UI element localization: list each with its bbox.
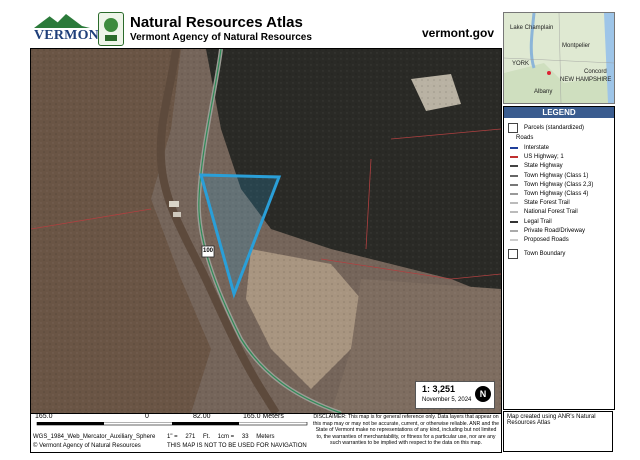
anr-logo (98, 12, 124, 46)
legend-road-item: State Highway (510, 163, 563, 169)
unit-cm-value: 33 (241, 434, 249, 440)
legend-road-item: Private Road/Driveway (510, 228, 585, 234)
vermont-logo: VERMONT (32, 12, 108, 44)
legend-road-item: Proposed Roads (510, 237, 569, 243)
unit-conversion: 1" = 271 Ft. 1cm = 33 Meters (167, 434, 281, 440)
aerial-imagery (31, 49, 501, 413)
scale-mid: 82.00 (193, 413, 211, 420)
legend-title: LEGEND (504, 107, 614, 118)
map-footer: 165.0 0 82.00 165.0 Meters WGS_1984_Web_… (30, 412, 502, 453)
legend-panel: LEGEND Parcels (standardized) Roads Inte… (503, 106, 615, 410)
website-link[interactable]: vermont.gov (422, 26, 494, 40)
road-swatch-icon (510, 193, 518, 195)
unit-meters: Meters (256, 434, 275, 440)
atlas-title: Natural Resources Atlas (130, 14, 303, 31)
building (173, 212, 181, 217)
inset-label: YORK (512, 61, 530, 67)
road-swatch-icon (510, 174, 518, 177)
road-swatch-icon (510, 147, 518, 149)
road-swatch-icon (510, 211, 518, 214)
atlas-header: VERMONT Natural Resources Atlas Vermont … (30, 10, 500, 49)
legend-road-item: State Forest Trail (510, 200, 570, 206)
map-date: November 5, 2024 (422, 397, 472, 403)
road-swatch-icon (510, 220, 518, 223)
road-swatch-icon (510, 202, 518, 205)
legend-road-item: US Highway; 1 (510, 154, 564, 160)
route-shield-label: 100 (203, 248, 214, 254)
inset-label: Concord (584, 69, 607, 75)
scale-bar-graphic (36, 422, 308, 426)
road-swatch-icon (510, 156, 518, 159)
scale-right: 165.0 Meters (243, 413, 284, 420)
inset-label: Montpelier (562, 43, 591, 49)
unit-cm: 1cm = (217, 434, 235, 440)
agency-subtitle: Vermont Agency of Natural Resources (130, 32, 312, 43)
legend-road-label: Town Highway (Class 1) (524, 172, 589, 179)
aerial-map[interactable]: 100 1: 3,251 November 5, 2024 N (30, 48, 502, 414)
legend-parcels: Parcels (standardized) (508, 123, 584, 133)
legend-road-label: Legal Trail (524, 218, 552, 225)
legend-road-label: Private Road/Driveway (524, 227, 586, 234)
legend-road-item: Town Highway (Class 4) (510, 191, 588, 197)
scale-zero: 0 (145, 413, 149, 420)
legend-road-label: National Forest Trail (524, 209, 578, 216)
unit-value: 271 (185, 434, 196, 440)
scale-bar: 165.0 0 82.00 165.0 Meters (33, 413, 311, 426)
scale-ratio-box: 1: 3,251 November 5, 2024 N (415, 381, 495, 409)
credit-note: Map created using ANR's Natural Resource… (503, 411, 613, 452)
legend-road-item: Legal Trail (510, 219, 552, 225)
legend-road-item: National Forest Trail (510, 209, 578, 215)
inset-label: NEW HAMPSHIRE (560, 77, 612, 83)
road-swatch-icon (510, 183, 518, 186)
unit-inch: 1" = (167, 434, 178, 440)
locator-inset-map: Lake Champlain Montpelier YORK NEW HAMPS… (503, 12, 615, 104)
legend-town-boundary: Town Boundary (508, 249, 565, 259)
legend-road-item: Town Highway (Class 1) (510, 173, 588, 179)
location-marker-icon (547, 71, 551, 75)
boundary-swatch-icon (508, 249, 518, 259)
scale-ratio: 1: 3,251 (422, 384, 456, 394)
projection: WGS_1984_Web_Mercator_Auxiliary_Sphere (33, 434, 156, 440)
legend-road-label: Town Highway (Class 2,3) (524, 181, 594, 188)
parcel-swatch-icon (508, 123, 518, 133)
building (169, 201, 179, 207)
legend-road-label: State Highway (524, 163, 563, 170)
leaf-logo-icon (104, 18, 118, 41)
legend-road-label: Interstate (524, 145, 550, 151)
legend-road-item: Town Highway (Class 2,3) (510, 182, 593, 188)
north-arrow-icon: N (475, 386, 491, 402)
legend-road-label: US Highway; 1 (524, 154, 564, 161)
legend-road-label: Proposed Roads (524, 237, 569, 243)
scale-left: 165.0 (35, 413, 53, 420)
disclaimer: DISCLAIMER: This map is for general refe… (313, 414, 499, 447)
copyright: © Vermont Agency of Natural Resources (33, 443, 141, 449)
legend-road-label: State Forest Trail (524, 200, 570, 207)
legend-roads-heading: Roads (516, 135, 534, 141)
road-swatch-icon (510, 165, 518, 168)
legend-road-label: Town Highway (Class 4) (524, 191, 589, 197)
road-swatch-icon (510, 239, 518, 241)
road-swatch-icon (510, 229, 518, 232)
unit-ft: Ft. (203, 434, 210, 440)
navigation-warning: THIS MAP IS NOT TO BE USED FOR NAVIGATIO… (167, 443, 307, 449)
inset-label: Lake Champlain (510, 25, 554, 31)
legend-road-item: Interstate (510, 145, 549, 151)
inset-label: Albany (534, 89, 553, 95)
